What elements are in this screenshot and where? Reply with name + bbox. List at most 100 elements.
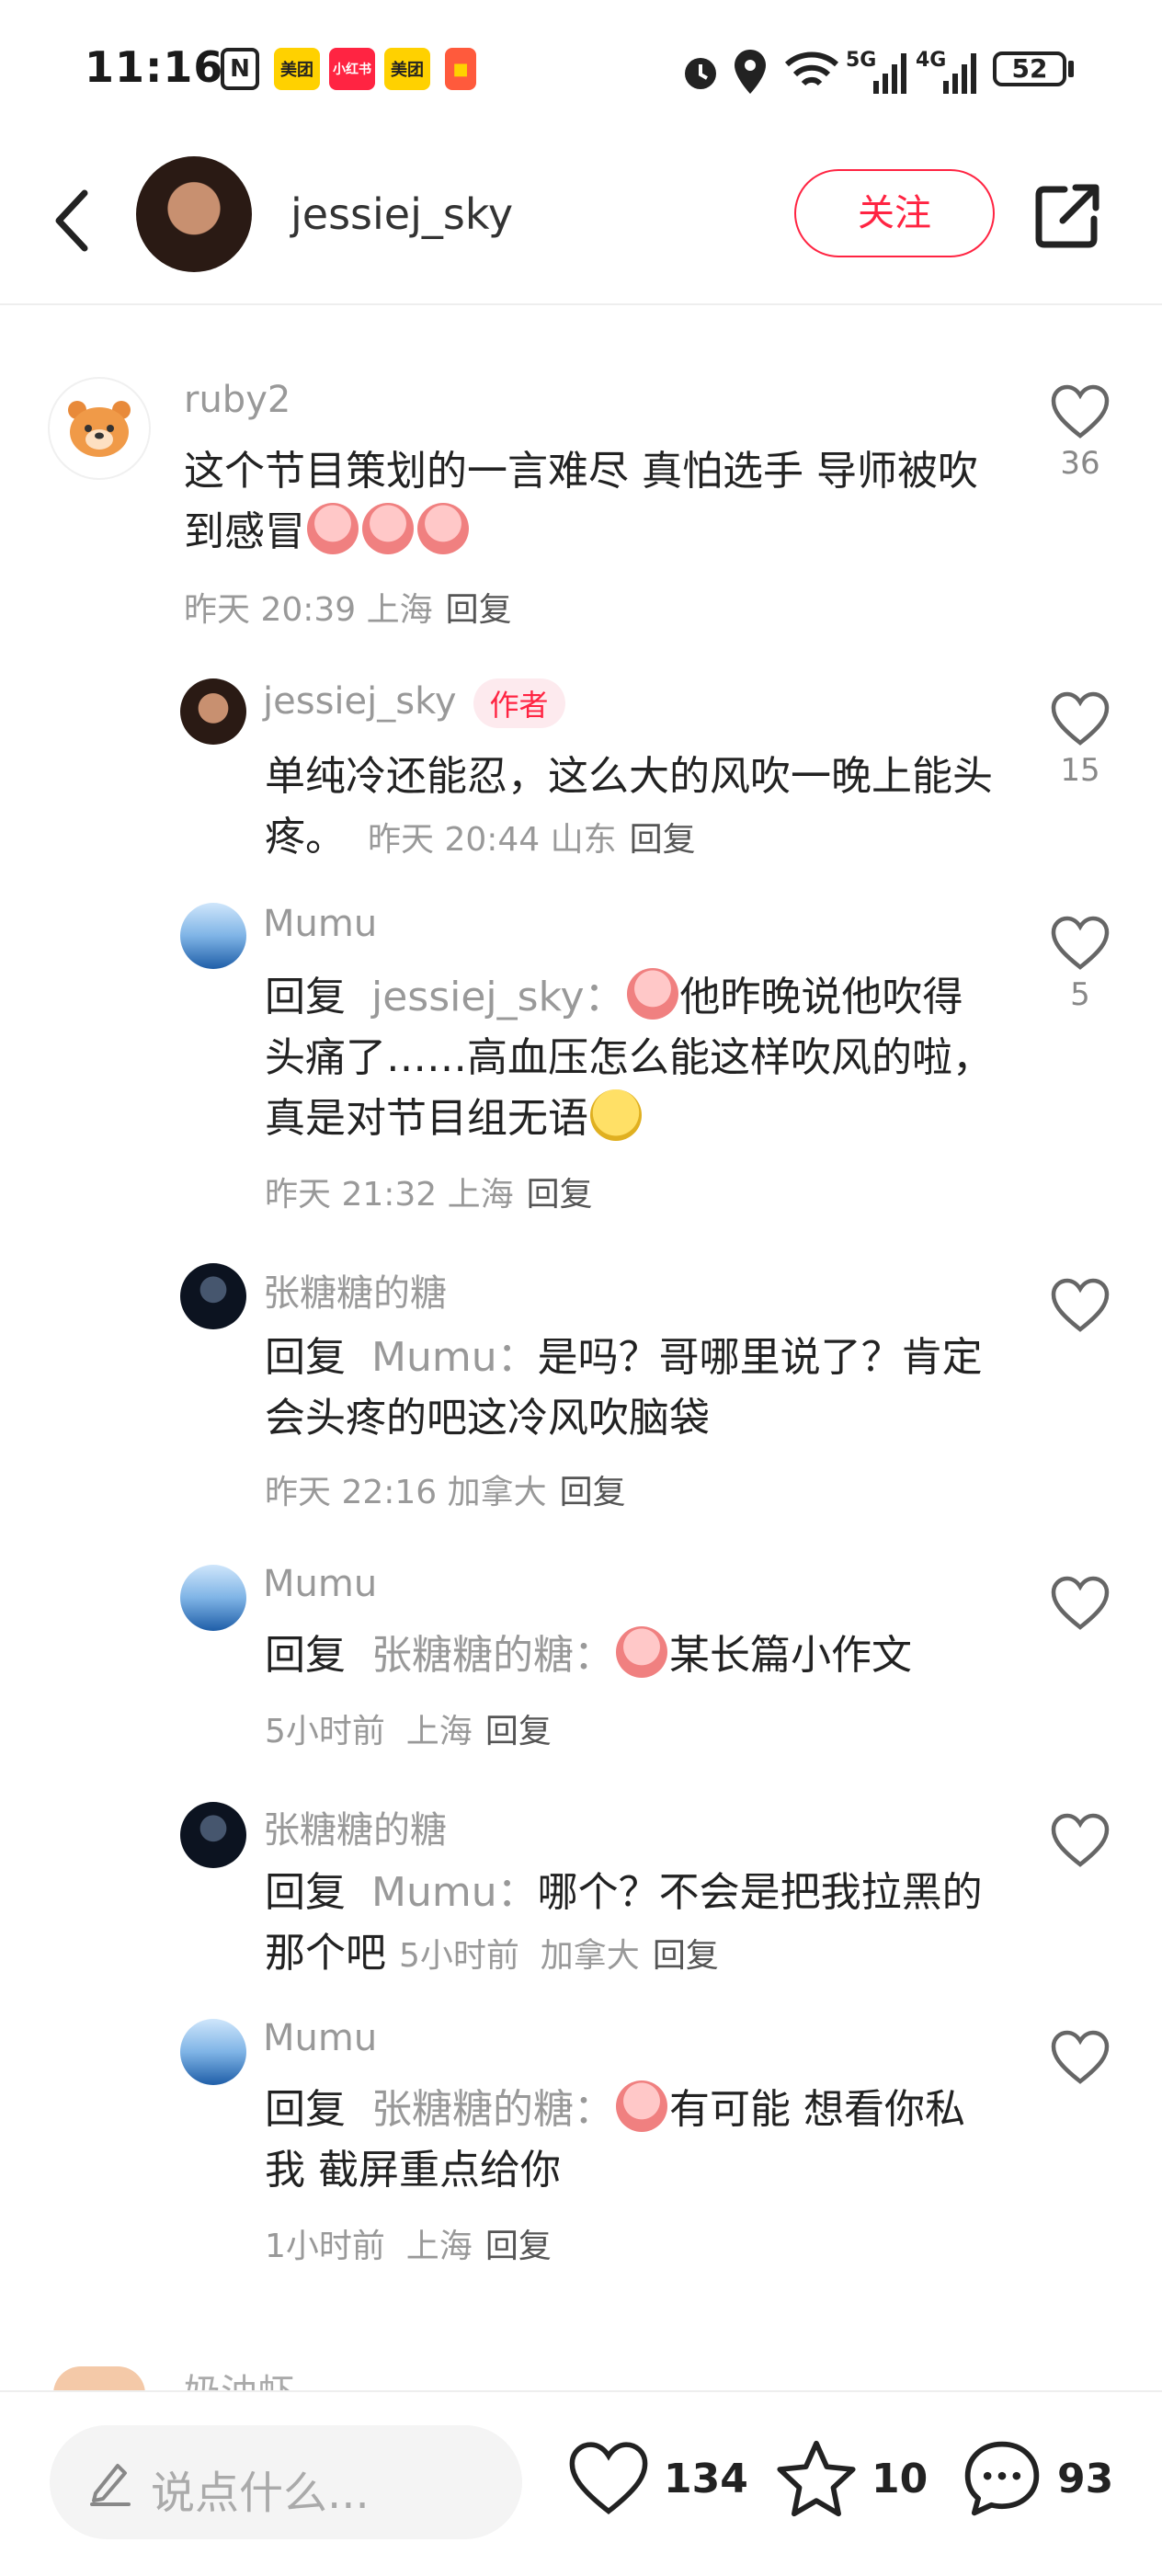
battery-tip — [1068, 61, 1074, 77]
commenter-avatar[interactable] — [180, 678, 246, 745]
redpacket-icon: ■ — [445, 48, 476, 90]
comment-time: 昨天 21:32 — [265, 1176, 438, 1214]
collect-count: 10 — [872, 2455, 928, 2502]
collect-button[interactable]: 10 — [774, 2433, 928, 2525]
reply-button[interactable]: 回复 — [527, 1176, 593, 1214]
commenter-name[interactable]: ruby2 — [184, 379, 290, 421]
comment-body: 有可能 想看你私我 截屏重点给你 — [265, 2086, 965, 2194]
comment-input-placeholder: 说点什么... — [151, 2468, 370, 2519]
comment-count: 93 — [1057, 2455, 1114, 2502]
crying-emoji-icon — [417, 503, 469, 554]
author-badge: 作者 — [473, 678, 565, 728]
back-arrow-icon[interactable] — [46, 179, 101, 262]
pencil-icon — [90, 2464, 131, 2506]
post-header: jessiej_sky 关注 — [0, 138, 1162, 305]
xiaohongshu-app-icon: 小红书 — [329, 48, 375, 90]
like-button[interactable] — [1048, 2030, 1112, 2091]
author-username[interactable]: jessiej_sky — [290, 189, 513, 239]
comment-location: 加拿大 — [540, 1937, 640, 1975]
reply-target[interactable]: Mumu： — [371, 1334, 538, 1381]
like-count: 15 — [1060, 752, 1100, 789]
commenter-name[interactable]: Mumu — [263, 1563, 377, 1605]
5g-signal-icon: 5G — [846, 49, 906, 94]
reply-target[interactable]: Mumu： — [371, 1869, 538, 1916]
status-time: 11:16 — [85, 42, 224, 92]
comments-button[interactable]: 93 — [960, 2433, 1113, 2525]
commenter-name[interactable]: Mumu — [263, 2017, 377, 2059]
crying-emoji-icon — [626, 968, 678, 1020]
comment-time: 5小时前 — [399, 1937, 519, 1975]
comment-time: 1小时前 — [265, 2228, 385, 2265]
reply-button[interactable]: 回复 — [560, 1474, 626, 1511]
commenter-avatar[interactable] — [180, 1802, 246, 1868]
crying-emoji-icon — [615, 2080, 667, 2132]
nfc-icon: N — [221, 48, 259, 90]
comment-meta: 5小时前 加拿大 回复 — [399, 1937, 719, 1975]
commenter-name-text[interactable]: jessiej_sky — [263, 680, 457, 723]
comment-meta: 昨天 20:39 上海 回复 — [184, 583, 512, 631]
commenter-avatar[interactable] — [180, 903, 246, 969]
commenter-avatar[interactable] — [48, 377, 151, 480]
like-button[interactable] — [1048, 1278, 1112, 1339]
alarm-icon — [685, 58, 716, 89]
comment-input[interactable]: 说点什么... — [50, 2425, 522, 2539]
commenter-avatar[interactable] — [180, 1565, 246, 1631]
comment-text: 这个节目策划的一言难尽 真怕选手 导师被吹到感冒 — [184, 441, 1011, 563]
bottom-action-bar: 说点什么... 134 10 93 — [0, 2390, 1162, 2576]
reply-button[interactable]: 回复 — [630, 821, 696, 859]
follow-button[interactable]: 关注 — [794, 169, 995, 257]
comment-meta: 1小时前 上海 回复 — [265, 2219, 552, 2267]
like-button[interactable]: 15 — [1048, 691, 1112, 789]
commenter-name: jessiej_sky 作者 — [263, 678, 565, 728]
comment-location: 山东 — [550, 821, 617, 859]
like-count: 36 — [1060, 445, 1100, 482]
comment-body: 这个节目策划的一言难尽 真怕选手 导师被吹到感冒 — [184, 448, 978, 555]
wifi-icon — [784, 51, 839, 86]
comment-meta: 5小时前 上海 回复 — [265, 1704, 552, 1752]
commenter-name[interactable]: 张糖糖的糖 — [263, 1800, 447, 1853]
commenter-avatar[interactable] — [180, 2019, 246, 2085]
svg-text:5G: 5G — [846, 49, 876, 72]
comment-body: 某长篇小作文 — [668, 1632, 912, 1679]
reply-target[interactable]: 张糖糖的糖： — [371, 2086, 614, 2133]
comment-meta: 昨天 20:44 山东 回复 — [368, 821, 696, 859]
comment-time: 5小时前 — [265, 1713, 385, 1750]
commenter-avatar[interactable] — [180, 1263, 246, 1329]
like-button[interactable]: 5 — [1048, 916, 1112, 1013]
comment-time: 昨天 22:16 — [265, 1474, 438, 1511]
like-count: 5 — [1070, 976, 1090, 1013]
heart-icon — [1051, 1813, 1110, 1867]
like-button[interactable] — [1048, 1813, 1112, 1874]
commenter-name[interactable]: Mumu — [263, 903, 377, 945]
battery-icon: 52 — [993, 51, 1066, 86]
comment-text: 回复 Mumu：哪个？不会是把我拉黑的那个吧 5小时前 加拿大 回复 — [265, 1863, 1000, 1987]
reply-button[interactable]: 回复 — [485, 2228, 552, 2265]
reply-button[interactable]: 回复 — [485, 1713, 552, 1750]
share-icon[interactable] — [1031, 178, 1105, 252]
sweat-emoji-icon — [590, 1089, 642, 1141]
comment-location: 上海 — [447, 1176, 514, 1214]
comment-text: 回复 Mumu：是吗？哥哪里说了？肯定会头疼的吧这冷风吹脑袋 — [265, 1328, 1000, 1449]
svg-text:4G: 4G — [916, 49, 946, 72]
comment-meta: 昨天 21:32 上海 回复 — [265, 1168, 593, 1215]
reply-target[interactable]: jessiej_sky： — [371, 974, 625, 1020]
heart-icon — [1051, 691, 1110, 746]
heart-icon — [1051, 384, 1110, 439]
crying-emoji-icon — [615, 1626, 667, 1678]
reply-button[interactable]: 回复 — [653, 1937, 719, 1975]
like-button[interactable]: 36 — [1048, 384, 1112, 482]
meituan-app-icon: 美团 — [384, 48, 430, 90]
author-avatar[interactable] — [136, 156, 252, 272]
status-bar: 11:16 N 美团 小红书 美团 ■ 5G 4G 52 — [0, 0, 1162, 138]
location-icon — [735, 50, 766, 94]
reply-prefix: 回复 — [265, 1632, 346, 1679]
comment-location: 上海 — [405, 1713, 473, 1750]
like-button[interactable] — [1048, 1576, 1112, 1636]
crying-emoji-icon — [307, 503, 359, 554]
commenter-name[interactable]: 张糖糖的糖 — [263, 1263, 447, 1316]
reply-button[interactable]: 回复 — [446, 591, 512, 629]
star-icon — [777, 2440, 856, 2517]
like-post-button[interactable]: 134 — [566, 2433, 748, 2525]
reply-target[interactable]: 张糖糖的糖： — [371, 1632, 614, 1679]
reply-prefix: 回复 — [265, 1869, 346, 1916]
